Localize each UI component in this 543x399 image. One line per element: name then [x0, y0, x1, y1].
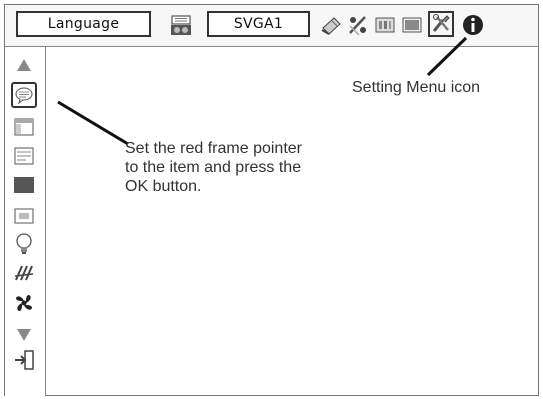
setting-callout-line	[426, 36, 468, 77]
pointer-callout-line2: to the item and press the	[125, 159, 302, 176]
setting-menu-callout: Setting Menu icon	[352, 79, 481, 96]
pointer-callout-line	[57, 100, 129, 146]
pointer-callout-line1: Set the red frame pointer	[125, 140, 302, 157]
callout-lines	[57, 36, 468, 146]
pointer-callout-line3: OK button.	[125, 178, 202, 195]
